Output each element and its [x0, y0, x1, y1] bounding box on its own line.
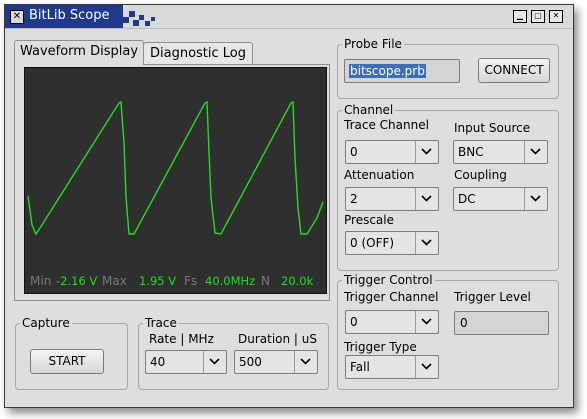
- close-button[interactable]: ✕: [549, 10, 563, 23]
- max-value: 1.95 V: [139, 274, 177, 288]
- n-label: N: [261, 274, 270, 288]
- coupling-value: DC: [458, 192, 476, 206]
- duration-dropdown[interactable]: 500: [234, 350, 318, 374]
- rate-dropdown[interactable]: 40: [145, 350, 227, 374]
- chevron-down-icon[interactable]: [524, 141, 547, 163]
- input-source-dropdown[interactable]: BNC: [453, 140, 548, 164]
- chevron-down-icon[interactable]: [415, 356, 438, 378]
- chevron-down-icon[interactable]: [203, 351, 226, 373]
- trigger-level-label: Trigger Level: [454, 290, 531, 304]
- trigger-channel-dropdown[interactable]: 0: [345, 310, 439, 334]
- chevron-down-icon[interactable]: [415, 188, 438, 210]
- tab-waveform-display[interactable]: Waveform Display: [14, 40, 144, 65]
- trace-channel-label: Trace Channel: [344, 118, 429, 132]
- connect-button[interactable]: CONNECT: [478, 58, 550, 83]
- coupling-label: Coupling: [454, 168, 507, 182]
- input-source-value: BNC: [458, 145, 484, 159]
- trigger-channel-label: Trigger Channel: [344, 290, 439, 304]
- attenuation-value: 2: [350, 192, 358, 206]
- trigger-level-input[interactable]: 0: [454, 311, 549, 335]
- input-source-label: Input Source: [454, 121, 531, 135]
- trace-channel-value: 0: [350, 145, 358, 159]
- probe-filename: bitscope.prb: [349, 64, 426, 78]
- chevron-down-icon[interactable]: [415, 232, 438, 254]
- title-bar[interactable]: ✕ BitLib Scope ▁ ▢ ✕: [5, 5, 573, 29]
- chevron-down-icon[interactable]: [415, 311, 438, 333]
- min-value: -2.16 V: [56, 274, 98, 288]
- chevron-down-icon[interactable]: [294, 351, 317, 373]
- coupling-dropdown[interactable]: DC: [453, 187, 548, 211]
- attenuation-dropdown[interactable]: 2: [345, 187, 439, 211]
- duration-value: 500: [239, 355, 262, 369]
- fs-value: 40.0MHz: [205, 274, 256, 288]
- trigger-level-value: 0: [460, 316, 468, 330]
- probe-file-input[interactable]: bitscope.prb: [344, 59, 460, 83]
- prescale-dropdown[interactable]: 0 (OFF): [345, 231, 439, 255]
- fs-label: Fs: [184, 274, 198, 288]
- tab-label: Diagnostic Log: [149, 46, 246, 61]
- max-label: Max: [102, 274, 127, 288]
- trigger-type-value: Fall: [350, 360, 370, 374]
- duration-label: Duration | uS: [238, 332, 318, 346]
- minimize-button[interactable]: ▁: [513, 10, 527, 23]
- trace-legend: Trace: [145, 316, 177, 330]
- tab-label: Waveform Display: [19, 44, 139, 59]
- scope-display: [24, 67, 327, 294]
- channel-legend: Channel: [344, 103, 394, 117]
- chevron-down-icon[interactable]: [524, 188, 547, 210]
- rate-value: 40: [150, 355, 166, 369]
- waveform-trace: [27, 100, 324, 236]
- min-label: Min: [30, 274, 52, 288]
- trigger-type-label: Trigger Type: [344, 340, 417, 354]
- tab-diagnostic-log[interactable]: Diagnostic Log: [143, 42, 253, 65]
- chevron-down-icon[interactable]: [415, 141, 438, 163]
- title-decoration: [123, 5, 163, 28]
- x-icon[interactable]: ✕: [10, 10, 24, 24]
- app-window: ✕ BitLib Scope ▁ ▢ ✕ Waveform Display Di…: [4, 4, 574, 408]
- rate-label: Rate | MHz: [149, 332, 214, 346]
- window-title: BitLib Scope: [29, 8, 110, 23]
- trigger-type-dropdown[interactable]: Fall: [345, 355, 439, 379]
- prescale-value: 0 (OFF): [350, 236, 395, 250]
- n-value: 20.0k: [281, 274, 314, 288]
- capture-legend: Capture: [22, 316, 70, 330]
- probe-file-legend: Probe File: [344, 37, 402, 51]
- maximize-button[interactable]: ▢: [531, 10, 545, 23]
- prescale-label: Prescale: [344, 213, 394, 227]
- trigger-channel-value: 0: [350, 315, 358, 329]
- trace-channel-dropdown[interactable]: 0: [345, 140, 439, 164]
- attenuation-label: Attenuation: [344, 168, 415, 182]
- start-button[interactable]: START: [30, 349, 104, 374]
- trigger-control-legend: Trigger Control: [344, 273, 433, 287]
